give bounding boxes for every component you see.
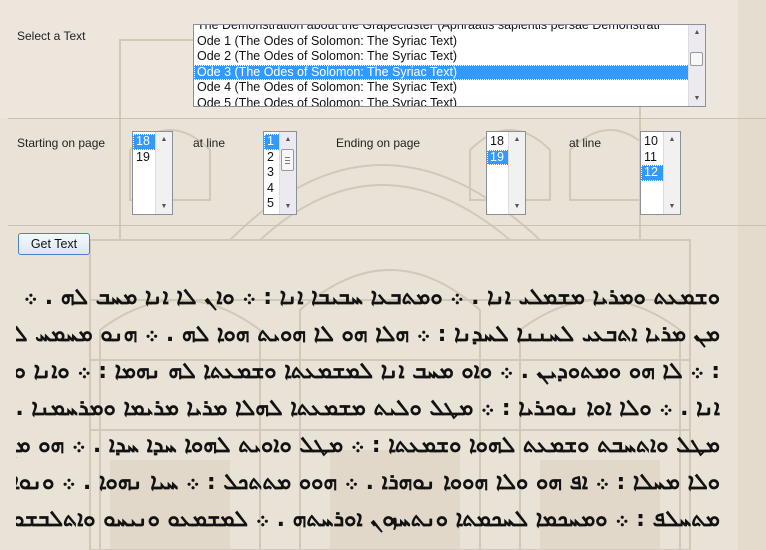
start-line-listbox[interactable]: 1 2 3 4 5 ▲ ▼ [263, 131, 297, 215]
start-page-option[interactable]: 19 [133, 150, 156, 166]
scroll-up-arrow-icon[interactable]: ▲ [280, 132, 296, 147]
text-line: : ܀ ܠܐ ܗܘ ܘܡܬܘܕܝܢ . ܀ ܘܐܘ ܡܚܒ ܐܢܐ ܠܡܫܡܥܬ… [16, 359, 720, 384]
end-line-option-selected[interactable]: 12 [641, 165, 664, 181]
scroll-thumb[interactable] [690, 52, 703, 66]
text-line: ܡܬܚܠܦ : ܀ ܘܡܚܟܡܐ ܠܚܟܡܬܐ ܘܢܬܚܙܘܢ ܐܘܪܚܬܗ .… [16, 507, 720, 532]
start-line-label: at line [193, 136, 226, 150]
scroll-up-arrow-icon[interactable]: ▲ [509, 132, 525, 147]
start-line-option[interactable]: 2 [264, 150, 280, 166]
syriac-text-output: ܘܫܡܥܬ ܘܡܪܝܐ ܡܫܡܠܝ ܐܢܐ . ܀ ܘܡܬܒܥܐ ܚܒܝܒܐ ܐ… [16, 283, 720, 542]
start-page-listbox[interactable]: 18 19 ▲ ▼ [132, 131, 173, 215]
end-line-listbox[interactable]: 10 11 12 ▲ ▼ [640, 131, 681, 215]
scroll-up-arrow-icon[interactable]: ▲ [664, 132, 680, 147]
text-list-scrollbar[interactable]: ▲ ▼ [688, 25, 705, 106]
start-line-option[interactable]: 5 [264, 196, 280, 212]
text-option-selected[interactable]: Ode 3 (The Odes of Solomon: The Syriac T… [194, 64, 689, 81]
end-page-option[interactable]: 18 [487, 134, 509, 150]
scroll-up-arrow-icon[interactable]: ▲ [156, 132, 172, 147]
get-text-button[interactable]: Get Text [18, 233, 90, 255]
text-select-listbox[interactable]: The Demonstration about the Grapecluster… [193, 24, 706, 107]
start-line-option[interactable]: 3 [264, 165, 280, 181]
scroll-down-arrow-icon[interactable]: ▼ [664, 199, 680, 214]
start-page-scrollbar[interactable]: ▲ ▼ [155, 132, 172, 214]
end-page-scrollbar[interactable]: ▲ ▼ [508, 132, 525, 214]
end-page-option-selected[interactable]: 19 [487, 149, 509, 166]
scroll-down-arrow-icon[interactable]: ▼ [509, 199, 525, 214]
scroll-up-arrow-icon[interactable]: ▲ [689, 25, 705, 40]
text-option[interactable]: Ode 1 (The Odes of Solomon: The Syriac T… [194, 34, 689, 50]
starting-page-label: Starting on page [17, 136, 106, 150]
text-line: ܡܛܠ ܘܐܬܚܒܬ ܘܫܡܥܬ ܠܗܘܐ ܘܫܡܥܬܐ : ܀ ܡܛܠ ܘܐܘ… [16, 433, 720, 458]
start-line-option[interactable]: 4 [264, 181, 280, 197]
scroll-thumb[interactable] [281, 149, 294, 171]
scroll-down-arrow-icon[interactable]: ▼ [689, 91, 705, 106]
end-line-option[interactable]: 10 [641, 134, 664, 150]
ending-page-label: Ending on page [336, 136, 421, 150]
text-line: ܐܢܐ . ܀ ܘܠܐ ܐܘܐ ܢܘܟܪܝܐ : ܀ ܡܛܠ ܘܠܝܬ ܡܫܡܥ… [16, 396, 720, 421]
text-option[interactable]: Ode 4 (The Odes of Solomon: The Syriac T… [194, 80, 689, 96]
start-page-option-selected[interactable]: 18 [133, 134, 156, 150]
text-option[interactable]: Ode 5 (The Odes of Solomon: The Syriac T… [194, 96, 689, 106]
start-line-scrollbar[interactable]: ▲ ▼ [279, 132, 296, 214]
text-line: ܘܫܡܥܬ ܘܡܪܝܐ ܡܫܡܠܝ ܐܢܐ . ܀ ܘܡܬܒܥܐ ܚܒܝܒܐ ܐ… [16, 285, 720, 310]
scroll-down-arrow-icon[interactable]: ▼ [156, 199, 172, 214]
end-line-option[interactable]: 11 [641, 150, 664, 166]
text-line: ܘܠܐ ܡܚܠܐ : ܀ ܐܦ ܗܘ ܘܠܐ ܗܘܘܐ ܢܘܗܪܐ . ܀ ܗܘ… [16, 470, 720, 495]
end-line-scrollbar[interactable]: ▲ ▼ [663, 132, 680, 214]
text-line: ܡܢ ܡܪܝܐ ܐܬܒܥܝ ܠܚܢܢܐ ܠܚܕܢܐ : ܀ ܗܠܐ ܗܘ ܠܐ … [16, 322, 720, 347]
divider [8, 225, 766, 226]
end-line-label: at line [569, 136, 602, 150]
scroll-down-arrow-icon[interactable]: ▼ [280, 199, 296, 214]
select-text-label: Select a Text [17, 29, 86, 43]
text-option[interactable]: The Demonstration about the Grapecluster… [194, 25, 689, 34]
end-page-listbox[interactable]: 18 19 ▲ ▼ [486, 131, 526, 215]
divider [8, 118, 766, 119]
start-line-option-selected[interactable]: 1 [264, 134, 280, 150]
text-option[interactable]: Ode 2 (The Odes of Solomon: The Syriac T… [194, 49, 689, 65]
